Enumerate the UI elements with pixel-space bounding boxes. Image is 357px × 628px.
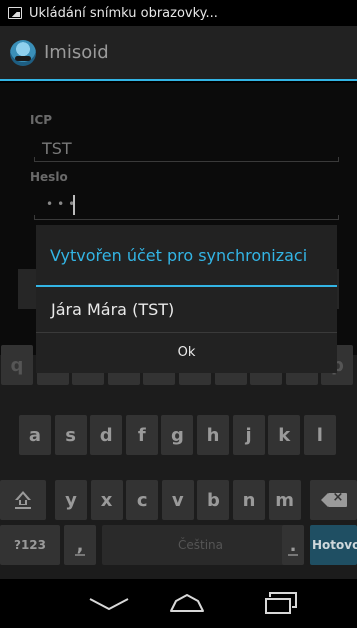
comma-key-label: ,: [76, 534, 84, 556]
action-bar: Imisoid: [0, 26, 357, 81]
dialog-message: Jára Mára (TST): [36, 287, 337, 333]
app-logo-icon[interactable]: [10, 39, 36, 66]
shift-key[interactable]: [0, 480, 46, 520]
dialog-title: Vytvořen účet pro synchronizaci: [36, 225, 337, 287]
icp-field-underline: [34, 157, 339, 162]
key-k[interactable]: k: [268, 415, 301, 455]
key-m[interactable]: m: [268, 480, 301, 520]
key-b[interactable]: b: [197, 480, 230, 520]
comma-key-marker: [75, 554, 85, 556]
icp-field[interactable]: TST: [42, 139, 72, 158]
key-j[interactable]: j: [232, 415, 265, 455]
key-d[interactable]: d: [90, 415, 123, 455]
back-icon[interactable]: [88, 597, 130, 611]
navigation-bar: [0, 579, 357, 628]
app-title: Imisoid: [44, 42, 109, 63]
shift-icon: [15, 491, 31, 509]
space-key[interactable]: Čeština: [102, 525, 299, 565]
period-key[interactable]: .: [282, 525, 304, 565]
recents-icon[interactable]: [264, 591, 298, 615]
key-n[interactable]: n: [233, 480, 265, 520]
password-field-underline: [34, 215, 339, 220]
period-key-label: .: [289, 534, 297, 556]
key-h[interactable]: h: [197, 415, 229, 455]
icp-label: ICP: [30, 113, 53, 127]
ok-button[interactable]: Ok: [36, 333, 337, 371]
comma-key[interactable]: ,: [64, 525, 96, 565]
key-q[interactable]: q: [1, 345, 33, 385]
symbols-key[interactable]: ?123: [0, 525, 60, 565]
soft-keyboard: ?123 , Čeština . Hotovo × qwertzuiopasdf…: [0, 345, 357, 579]
backspace-icon: ×: [320, 490, 347, 507]
home-icon[interactable]: [169, 593, 205, 613]
backspace-key[interactable]: ×: [310, 480, 357, 520]
password-label: Heslo: [30, 170, 68, 184]
status-notification-text: Ukládání snímku obrazovky...: [29, 5, 218, 21]
key-x[interactable]: x: [90, 480, 123, 520]
screenshot-icon: [8, 7, 22, 19]
key-c[interactable]: c: [126, 480, 159, 520]
key-f[interactable]: f: [125, 415, 158, 455]
key-g[interactable]: g: [161, 415, 194, 455]
key-y[interactable]: y: [55, 480, 87, 520]
account-created-dialog: Vytvořen účet pro synchronizaci Jára Már…: [36, 225, 337, 373]
status-bar: Ukládání snímku obrazovky...: [0, 0, 357, 26]
key-v[interactable]: v: [161, 480, 194, 520]
key-s[interactable]: s: [54, 415, 87, 455]
text-cursor: [73, 195, 75, 215]
key-a[interactable]: a: [19, 415, 51, 455]
key-l[interactable]: l: [303, 415, 336, 455]
period-key-marker: [288, 554, 298, 556]
done-key[interactable]: Hotovo: [310, 525, 357, 565]
